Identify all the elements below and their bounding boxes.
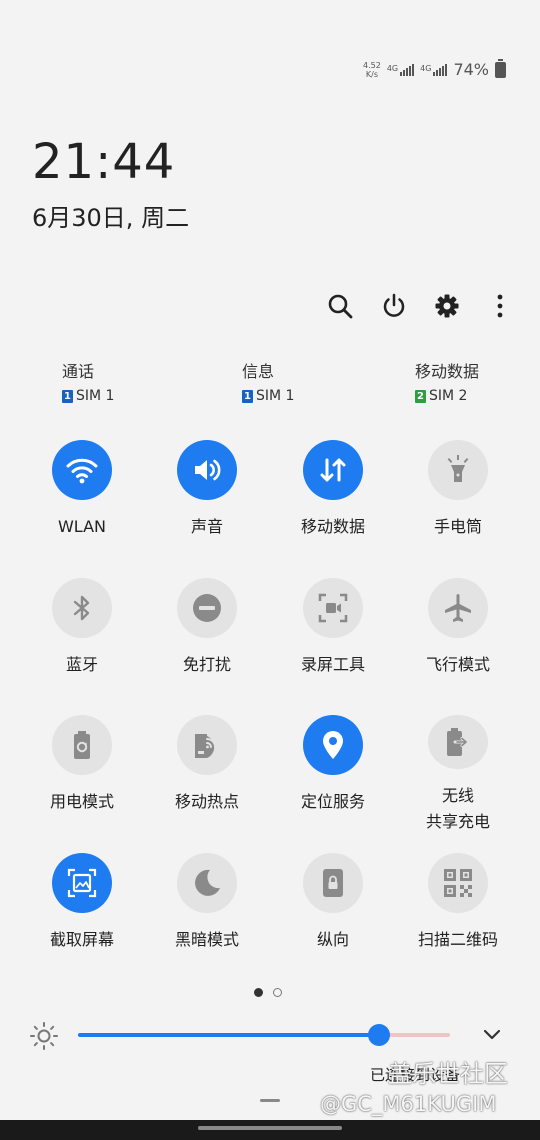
qr-scan-icon[interactable] bbox=[428, 853, 488, 913]
watermark-user: @GC_M61KUGIM bbox=[320, 1092, 497, 1116]
tile-label: 飞行模式 bbox=[425, 655, 490, 674]
tile-flashlight[interactable]: 手电筒 bbox=[395, 440, 521, 560]
tile-mobile-data[interactable]: 移动数据 bbox=[270, 440, 396, 560]
sim1-signal-icon: 4G bbox=[386, 63, 415, 76]
volume-icon[interactable] bbox=[177, 440, 237, 500]
gear-icon[interactable] bbox=[429, 288, 465, 324]
tile-label: 录屏工具 bbox=[300, 655, 365, 674]
tile-dark-mode[interactable]: 黑暗模式 bbox=[144, 853, 270, 973]
sim-name: SIM 2 bbox=[429, 388, 468, 404]
sim-pref-title: 移动数据 bbox=[415, 362, 480, 381]
bluetooth-icon[interactable] bbox=[52, 578, 112, 638]
sim2-network-type: 4G bbox=[420, 63, 432, 73]
panel-handle[interactable] bbox=[260, 1099, 280, 1102]
tile-label: 黑暗模式 bbox=[174, 930, 239, 949]
dark-mode-icon[interactable] bbox=[177, 853, 237, 913]
page-indicator bbox=[254, 988, 282, 997]
page-dot-active[interactable] bbox=[254, 988, 263, 997]
tile-screenshot[interactable]: 截取屏幕 bbox=[19, 853, 145, 973]
tile-label: 免打扰 bbox=[182, 655, 231, 674]
network-speed-value: 4.52 bbox=[363, 60, 381, 70]
search-icon[interactable] bbox=[322, 288, 358, 324]
chevron-down-icon[interactable] bbox=[480, 1022, 504, 1046]
network-speed: 4.52 K/s bbox=[363, 61, 381, 79]
brightness-fill bbox=[78, 1033, 380, 1037]
sun-icon bbox=[28, 1020, 60, 1052]
battery-icon bbox=[495, 58, 506, 78]
brightness-control bbox=[28, 1016, 518, 1056]
do-not-disturb-icon[interactable] bbox=[177, 578, 237, 638]
tile-qr-scan[interactable]: 扫描二维码 bbox=[395, 853, 521, 973]
watermark-brand: 盖乐世社区 bbox=[388, 1060, 508, 1088]
sim-name: SIM 1 bbox=[76, 388, 115, 404]
tile-label: 手电筒 bbox=[433, 517, 482, 536]
tile-label: 移动数据 bbox=[300, 517, 365, 536]
sim-pref-title: 通话 bbox=[62, 362, 95, 381]
brightness-slider[interactable] bbox=[78, 1024, 450, 1046]
power-icon[interactable] bbox=[376, 288, 412, 324]
panel-actions bbox=[320, 288, 520, 324]
tile-label: 声音 bbox=[190, 517, 223, 536]
tile-airplane[interactable]: 飞行模式 bbox=[395, 578, 521, 698]
tile-label: 蓝牙 bbox=[65, 655, 98, 674]
brightness-thumb[interactable] bbox=[368, 1024, 391, 1046]
portrait-lock-icon[interactable] bbox=[303, 853, 363, 913]
navigation-bar bbox=[0, 1120, 540, 1140]
wireless-powershare-icon[interactable] bbox=[428, 715, 488, 769]
tile-do-not-disturb[interactable]: 免打扰 bbox=[144, 578, 270, 698]
power-mode-icon[interactable] bbox=[52, 715, 112, 775]
flashlight-icon[interactable] bbox=[428, 440, 488, 500]
tile-label: 截取屏幕 bbox=[49, 930, 114, 949]
tile-label: 无线 共享充电 bbox=[425, 786, 490, 831]
mobile-data-icon[interactable] bbox=[303, 440, 363, 500]
clock-date[interactable]: 6月30日, 周二 bbox=[32, 198, 189, 233]
status-bar: 4.52 K/s 4G 4G 74% bbox=[363, 58, 506, 79]
tile-label: 纵向 bbox=[316, 930, 349, 949]
tile-label: 用电模式 bbox=[49, 792, 114, 811]
hotspot-icon[interactable] bbox=[177, 715, 237, 775]
sim-pref-messages[interactable]: 信息 1 SIM 1 bbox=[242, 358, 294, 404]
tile-power-mode[interactable]: 用电模式 bbox=[19, 715, 145, 835]
sim-pref-calls[interactable]: 通话 1 SIM 1 bbox=[62, 358, 114, 404]
tile-location[interactable]: 定位服务 bbox=[270, 715, 396, 835]
sim1-network-type: 4G bbox=[386, 63, 399, 73]
home-gesture-bar[interactable] bbox=[198, 1126, 342, 1130]
sim-badge-icon: 2 bbox=[415, 389, 426, 403]
sim-badge-icon: 1 bbox=[242, 389, 253, 403]
wifi-icon[interactable] bbox=[52, 440, 112, 500]
sim-pref-mobile-data[interactable]: 移动数据 2 SIM 2 bbox=[415, 358, 479, 404]
page-dot-inactive[interactable] bbox=[273, 988, 282, 997]
tile-wlan[interactable]: WLAN bbox=[19, 440, 145, 560]
clock-time[interactable]: 21:44 bbox=[32, 134, 175, 190]
network-speed-unit: K/s bbox=[365, 69, 378, 79]
more-vertical-icon[interactable] bbox=[482, 288, 518, 324]
tile-label: 扫描二维码 bbox=[417, 930, 498, 949]
location-icon[interactable] bbox=[303, 715, 363, 775]
tile-bluetooth[interactable]: 蓝牙 bbox=[19, 578, 145, 698]
tile-screen-recorder[interactable]: 录屏工具 bbox=[270, 578, 396, 698]
screen-recorder-icon[interactable] bbox=[303, 578, 363, 638]
tile-sound[interactable]: 声音 bbox=[144, 440, 270, 560]
tile-portrait-lock[interactable]: 纵向 bbox=[270, 853, 396, 973]
screenshot-icon[interactable] bbox=[52, 853, 112, 913]
tile-label: 定位服务 bbox=[300, 792, 365, 811]
sim-preferences: 通话 1 SIM 1 信息 1 SIM 1 移动数据 2 SIM 2 bbox=[0, 358, 540, 410]
battery-percent: 74% bbox=[453, 60, 489, 79]
tile-label: 移动热点 bbox=[174, 792, 239, 811]
sim2-signal-icon: 4G bbox=[420, 63, 448, 76]
sim-pref-title: 信息 bbox=[242, 362, 275, 381]
sim-badge-icon: 1 bbox=[62, 389, 73, 403]
tile-hotspot[interactable]: 移动热点 bbox=[144, 715, 270, 835]
sim-name: SIM 1 bbox=[256, 388, 295, 404]
tile-wireless-powershare[interactable]: 无线 共享充电 bbox=[395, 715, 521, 835]
tile-label: WLAN bbox=[57, 517, 106, 536]
airplane-icon[interactable] bbox=[428, 578, 488, 638]
